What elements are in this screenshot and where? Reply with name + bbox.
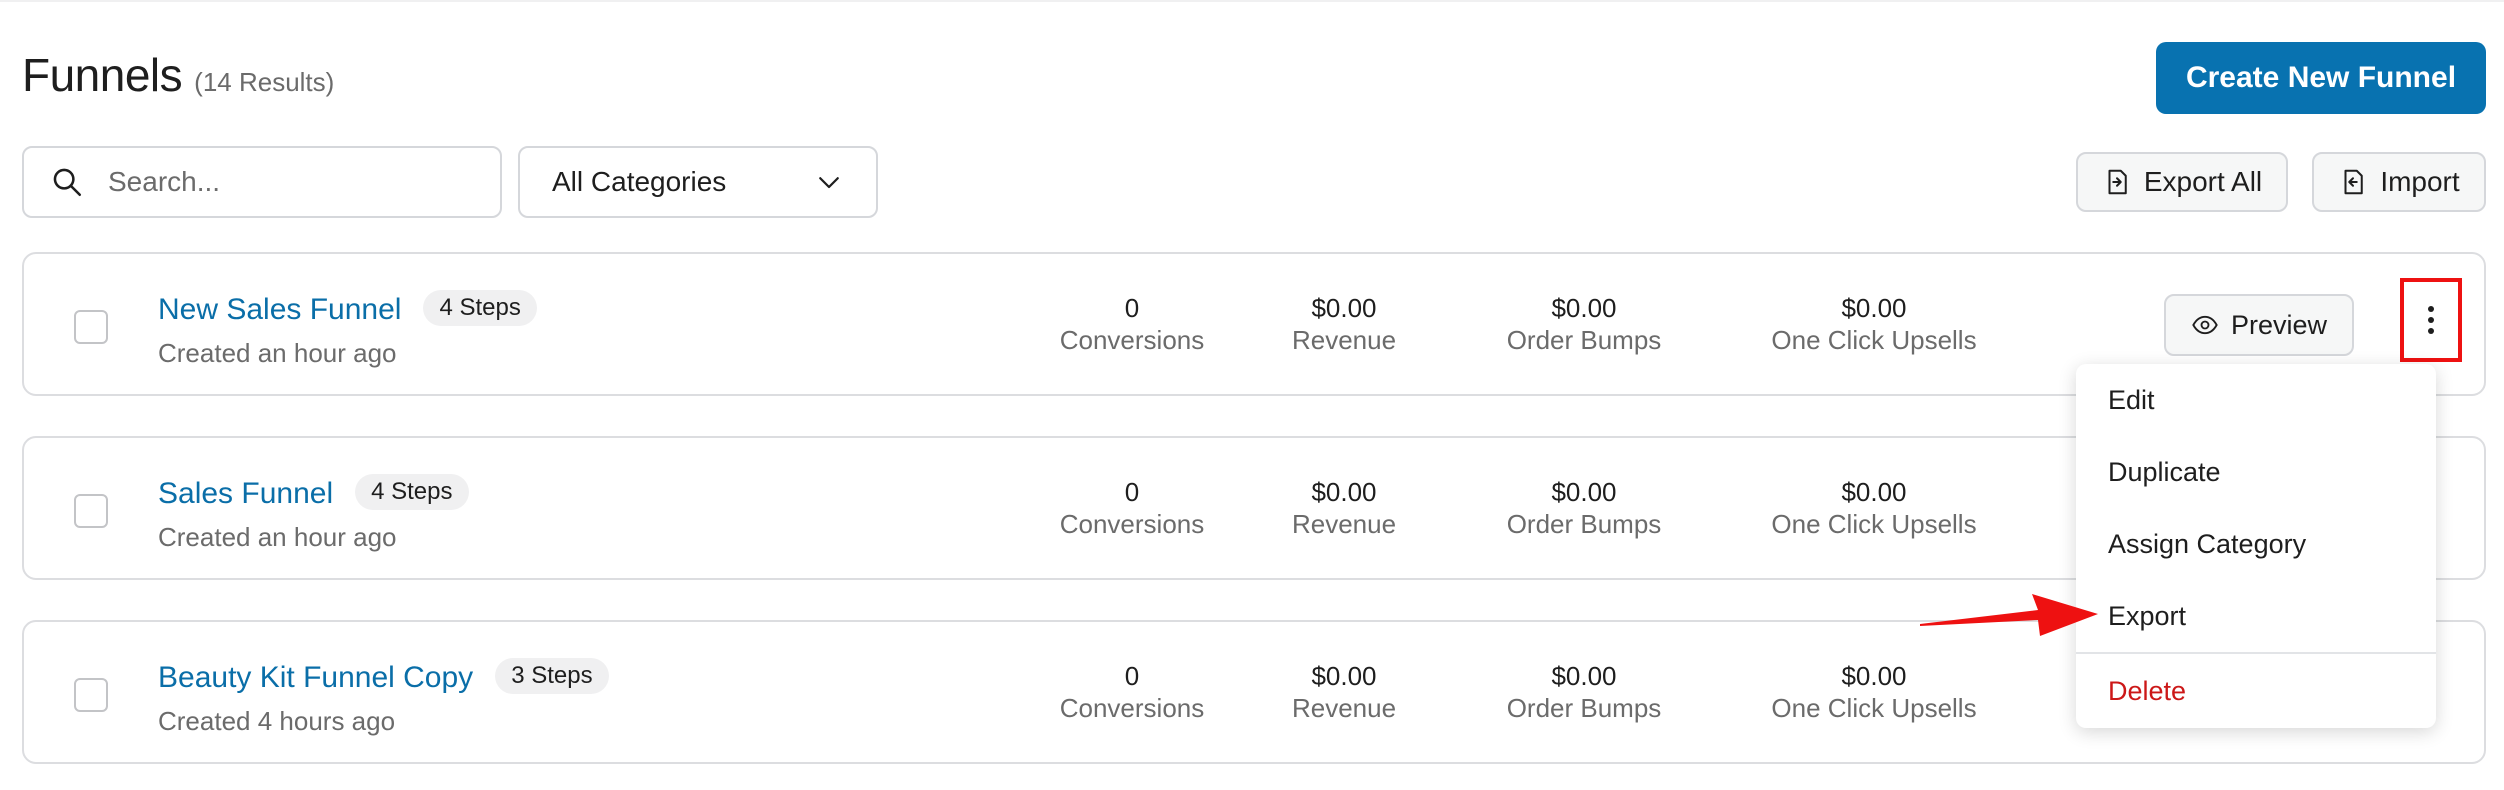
search-icon (53, 168, 82, 197)
chevron-down-icon (819, 177, 839, 189)
steps-badge: 3 Steps (495, 658, 609, 694)
stat-revenue: $0.00 Revenue (1244, 660, 1444, 724)
created-time: Created an hour ago (158, 522, 397, 552)
stat-label: Order Bumps (1506, 693, 1662, 723)
steps-badge: 4 Steps (355, 474, 469, 510)
funnel-name-link[interactable]: Sales Funnel (158, 477, 333, 510)
menu-item-duplicate[interactable]: Duplicate (2076, 436, 2436, 508)
stat-label: One Click Upsells (1771, 693, 1977, 723)
import-button[interactable]: Import (2312, 152, 2486, 212)
stat-value: 0 (1124, 293, 1140, 323)
menu-item-edit[interactable]: Edit (2076, 364, 2436, 436)
export-all-button[interactable]: Export All (2076, 152, 2288, 212)
stat-order-bumps: $0.00 Order Bumps (1464, 292, 1704, 356)
stat-value: $0.00 (1551, 661, 1617, 691)
stat-upsells: $0.00 One Click Upsells (1724, 476, 2024, 540)
search-box[interactable] (22, 146, 502, 218)
menu-item-assign-category[interactable]: Assign Category (2076, 508, 2436, 580)
stat-value: $0.00 (1311, 477, 1377, 507)
category-select-value: All Categories (552, 166, 727, 197)
stat-label: Conversions (1059, 325, 1205, 355)
create-new-funnel-button[interactable]: Create New Funnel (2156, 42, 2486, 114)
created-time: Created an hour ago (158, 338, 397, 368)
stat-label: Revenue (1291, 509, 1397, 539)
import-file-icon (2344, 169, 2364, 195)
stat-value: $0.00 (1311, 661, 1377, 691)
preview-button[interactable]: Preview (2164, 294, 2354, 356)
stat-value: $0.00 (1311, 293, 1377, 323)
row-checkbox[interactable] (74, 310, 108, 344)
results-count: (14 Results) (194, 67, 335, 97)
stat-conversions: 0 Conversions (1032, 476, 1232, 540)
menu-item-export[interactable]: Export (2076, 580, 2436, 652)
vertical-ellipsis-icon (2428, 306, 2434, 334)
export-file-icon (2108, 169, 2127, 195)
search-input[interactable] (106, 165, 470, 199)
stat-value: 0 (1124, 661, 1140, 691)
top-border (0, 0, 2504, 2)
stat-label: Revenue (1291, 693, 1397, 723)
stat-value: $0.00 (1841, 477, 1907, 507)
created-time: Created 4 hours ago (158, 706, 396, 736)
import-label: Import (2380, 166, 2460, 197)
stat-label: Conversions (1059, 693, 1205, 723)
row-actions-dropdown: Edit Duplicate Assign Category Export De… (2076, 364, 2436, 728)
stat-revenue: $0.00 Revenue (1244, 292, 1444, 356)
stat-conversions: 0 Conversions (1032, 660, 1232, 724)
stat-label: One Click Upsells (1771, 325, 1977, 355)
page-header: Funnels (14 Results) (22, 48, 334, 118)
export-all-label: Export All (2143, 166, 2263, 197)
page-title: Funnels (22, 49, 183, 101)
stat-value: $0.00 (1841, 293, 1907, 323)
funnel-name-link[interactable]: Beauty Kit Funnel Copy (158, 661, 473, 694)
stat-label: Order Bumps (1506, 325, 1662, 355)
stat-revenue: $0.00 Revenue (1244, 476, 1444, 540)
preview-label: Preview (2230, 309, 2328, 340)
category-select[interactable]: All Categories (518, 146, 878, 218)
stat-label: One Click Upsells (1771, 509, 1977, 539)
stat-order-bumps: $0.00 Order Bumps (1464, 476, 1704, 540)
steps-badge: 4 Steps (423, 290, 537, 326)
stat-label: Revenue (1291, 325, 1397, 355)
stat-upsells: $0.00 One Click Upsells (1724, 660, 2024, 724)
row-checkbox[interactable] (74, 494, 108, 528)
funnel-name-link[interactable]: New Sales Funnel (158, 293, 401, 326)
stat-value: $0.00 (1841, 661, 1907, 691)
menu-item-delete[interactable]: Delete (2076, 654, 2436, 728)
stat-upsells: $0.00 One Click Upsells (1724, 292, 2024, 356)
stat-label: Conversions (1059, 509, 1205, 539)
stat-value: 0 (1124, 477, 1140, 507)
stat-order-bumps: $0.00 Order Bumps (1464, 660, 1704, 724)
stat-conversions: 0 Conversions (1032, 292, 1232, 356)
eye-icon (2192, 315, 2218, 335)
stat-label: Order Bumps (1506, 509, 1662, 539)
row-actions-menu-button[interactable] (2400, 278, 2462, 362)
red-arrow-icon (1920, 594, 2098, 636)
row-checkbox[interactable] (74, 678, 108, 712)
stat-value: $0.00 (1551, 477, 1617, 507)
stat-value: $0.00 (1551, 293, 1617, 323)
